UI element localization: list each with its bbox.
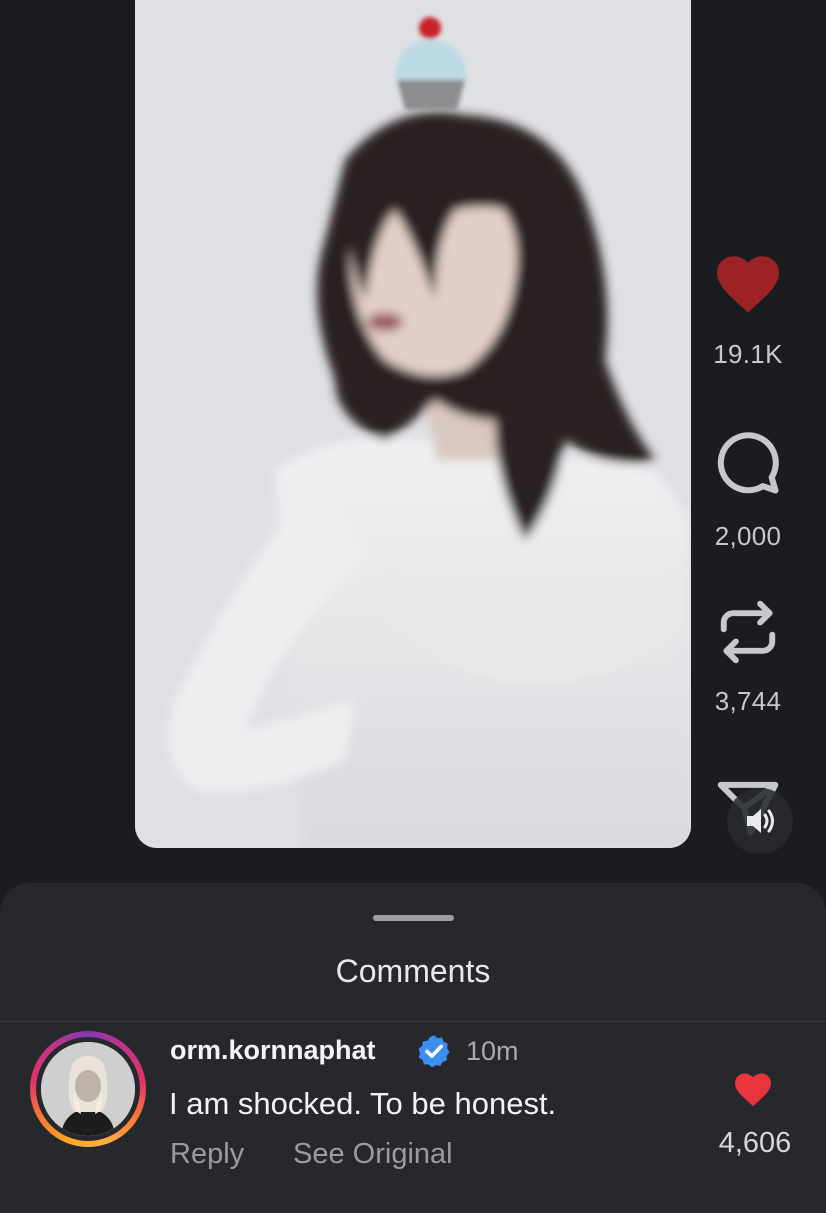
speaker-icon xyxy=(747,809,774,833)
see-original-button[interactable]: See Original xyxy=(293,1138,453,1171)
avatar[interactable] xyxy=(30,1031,146,1147)
reply-button[interactable]: Reply xyxy=(170,1138,244,1171)
repost-action[interactable]: 3,744 xyxy=(696,597,800,717)
like-action[interactable]: 19.1K xyxy=(696,252,800,370)
like-count: 19.1K xyxy=(713,339,783,369)
repost-count: 3,744 xyxy=(714,686,782,716)
comment-timestamp: 10m xyxy=(466,1036,519,1066)
speech-bubble-icon[interactable] xyxy=(715,430,781,496)
sound-toggle-button[interactable] xyxy=(727,788,793,854)
comment-like-button[interactable] xyxy=(733,1071,773,1112)
comment-like-count: 4,606 xyxy=(718,1127,792,1159)
sheet-drag-handle[interactable] xyxy=(373,915,454,921)
heart-icon xyxy=(735,1073,771,1107)
comment-count: 2,000 xyxy=(714,521,782,551)
comment-text: I am shocked. To be honest. xyxy=(169,1086,557,1121)
post-media[interactable] xyxy=(135,0,691,848)
comments-sheet: Comments orm.kornnaphat 10m I am shocked… xyxy=(0,883,826,1213)
avatar-photo xyxy=(41,1042,135,1136)
sheet-divider xyxy=(0,1021,826,1022)
verified-badge-icon xyxy=(416,1033,452,1074)
repost-icon[interactable] xyxy=(715,597,781,667)
heart-icon[interactable] xyxy=(713,252,783,314)
comment-username[interactable]: orm.kornnaphat xyxy=(170,1035,376,1066)
sheet-title: Comments xyxy=(335,953,491,989)
photo-figure-in-white-top xyxy=(135,0,691,848)
comment-action[interactable]: 2,000 xyxy=(696,430,800,552)
